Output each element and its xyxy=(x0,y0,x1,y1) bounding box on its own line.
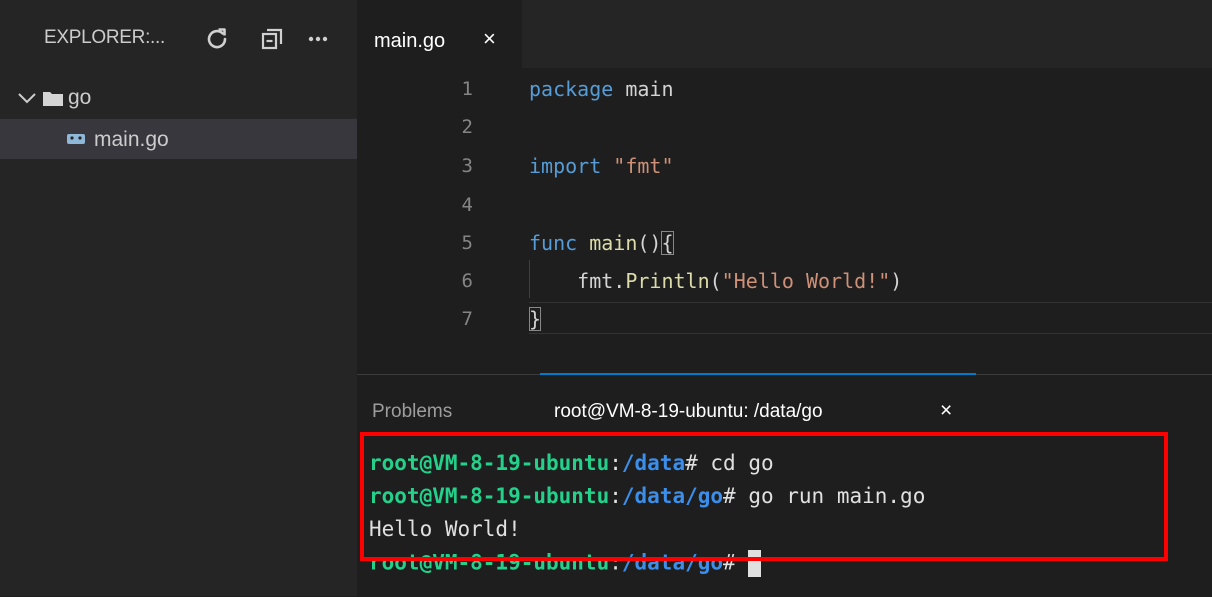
code-string: "fmt" xyxy=(613,154,674,178)
tree-file-main-go[interactable]: main.go xyxy=(0,119,357,159)
code-function: Println xyxy=(625,269,710,293)
explorer-sidebar: EXPLORER:... go main.go xyxy=(0,0,357,596)
code-text: ) xyxy=(890,269,903,293)
code-text: () xyxy=(637,231,662,255)
code-line-1: package main xyxy=(529,77,674,101)
code-line-3: import "fmt" xyxy=(529,154,674,178)
code-text: ( xyxy=(709,269,722,293)
tree-folder-label: go xyxy=(68,86,92,109)
explorer-title: EXPLORER:... xyxy=(44,27,165,48)
tree-folder-go[interactable]: go xyxy=(0,78,357,118)
tree-file-label: main.go xyxy=(94,128,169,151)
code-function: main xyxy=(589,231,638,255)
line-number: 2 xyxy=(461,116,473,138)
tab-label: main.go xyxy=(374,30,446,52)
go-file-icon xyxy=(66,132,86,151)
line-number: 3 xyxy=(461,155,473,177)
collapse-all-icon[interactable] xyxy=(257,22,287,56)
matching-bracket: } xyxy=(529,307,542,331)
folder-icon xyxy=(42,89,64,112)
refresh-icon[interactable] xyxy=(202,22,232,56)
highlight-annotation xyxy=(360,432,1168,561)
code-keyword: package xyxy=(529,77,614,101)
code-keyword: func xyxy=(529,231,578,255)
matching-bracket: { xyxy=(661,231,674,255)
line-number: 6 xyxy=(461,270,473,292)
code-line-5: func main(){ xyxy=(529,231,674,255)
chevron-down-icon xyxy=(16,88,38,113)
code-text: fmt. xyxy=(529,269,626,293)
code-line-7: } xyxy=(529,307,542,331)
code-editor[interactable]: 1 2 3 4 5 6 7 package main import "fmt" … xyxy=(357,68,1212,374)
code-string: "Hello World!" xyxy=(721,269,891,293)
tab-main-go[interactable]: main.go × xyxy=(357,0,522,68)
code-text: main xyxy=(613,77,674,101)
current-line-highlight xyxy=(529,302,1212,334)
tab-terminal[interactable]: root@VM-8-19-ubuntu: /data/go xyxy=(554,401,823,423)
editor-tab-bar: main.go × xyxy=(357,0,1212,68)
line-number: 5 xyxy=(461,232,473,254)
tab-problems[interactable]: Problems xyxy=(372,401,452,423)
code-keyword: import xyxy=(529,154,602,178)
tab-close-icon[interactable]: × xyxy=(483,26,496,52)
explorer-header: EXPLORER:... xyxy=(0,0,357,76)
line-number: 1 xyxy=(461,78,473,100)
code-line-6: fmt.Println("Hello World!") xyxy=(529,269,902,293)
panel-sash[interactable] xyxy=(540,373,976,375)
more-icon[interactable] xyxy=(303,22,333,56)
bottom-panel: Problems root@VM-8-19-ubuntu: /data/go ×… xyxy=(357,373,1212,597)
line-number: 4 xyxy=(461,194,473,216)
terminal-close-icon[interactable]: × xyxy=(940,399,952,423)
line-number: 7 xyxy=(461,308,473,330)
